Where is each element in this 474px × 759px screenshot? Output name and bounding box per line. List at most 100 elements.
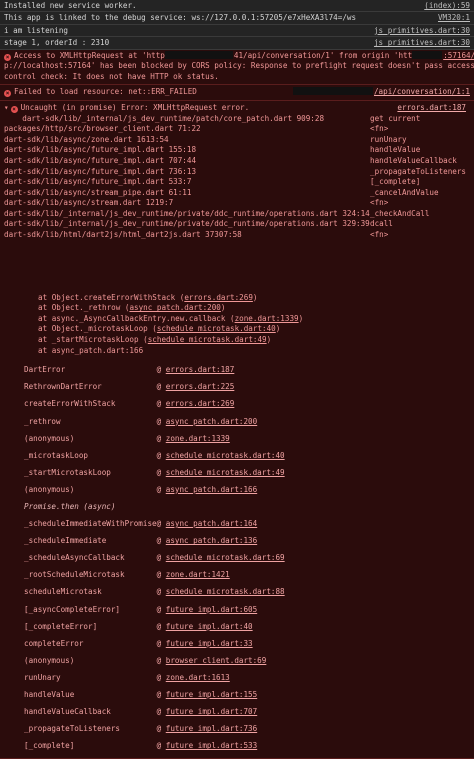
frame-source-link[interactable]: future_impl.dart:33 bbox=[166, 639, 253, 648]
stack-line: dart-sdk/lib/async/future_impl.dart 155:… bbox=[4, 145, 470, 156]
stack-frame-row: scheduleMicrotask @ schedule_microtask.da… bbox=[24, 583, 285, 600]
stack-frame-row: completeError @ future_impl.dart:33 bbox=[24, 635, 285, 652]
frame-source-link[interactable]: browser_client.dart:69 bbox=[166, 656, 267, 665]
stack-frame-row: (anonymous) @ browser_client.dart:69 bbox=[24, 652, 285, 669]
frame-function: DartError bbox=[24, 365, 66, 375]
source-link[interactable]: zone.dart:1339 bbox=[235, 314, 299, 323]
at-symbol: @ bbox=[156, 604, 162, 614]
stack-function: handleValueCallback bbox=[370, 155, 457, 165]
uncaught-error-message: ▾ × Uncaught (in promise) Error: XMLHttpRe… bbox=[0, 100, 474, 759]
stack-function: handleValue bbox=[370, 145, 421, 155]
frame-source-link[interactable]: async_patch.dart:166 bbox=[166, 485, 257, 494]
stack-path: dart-sdk/lib/_internal/js_dev_runtime/pr… bbox=[4, 219, 370, 229]
stack-function: <fn> bbox=[370, 230, 389, 240]
frame-source-link[interactable]: future_impl.dart:736 bbox=[166, 724, 257, 733]
frame-function: _startMicrotaskLoop bbox=[24, 467, 111, 477]
stack-line: dart-sdk/lib/async/future_impl.dart 533:… bbox=[4, 177, 470, 188]
stack-path: dart-sdk/lib/async/future_impl.dart 707:… bbox=[4, 155, 197, 165]
source-link[interactable]: async_patch.dart:200 bbox=[129, 303, 220, 312]
at-close: ) bbox=[252, 292, 258, 302]
frame-source-link[interactable]: future_impl.dart:605 bbox=[166, 605, 257, 614]
at-symbol: @ bbox=[156, 484, 162, 494]
frame-source-link[interactable]: schedule_microtask.dart:88 bbox=[166, 587, 285, 596]
frame-source-link[interactable]: errors.dart:225 bbox=[166, 382, 235, 391]
source-link[interactable]: errors.dart:269 bbox=[184, 293, 253, 302]
stack-frame-row: handleValue @ future_impl.dart:155 bbox=[24, 686, 285, 703]
stack-at-lines: at Object.createErrorWithStack (errors.d… bbox=[4, 293, 470, 357]
at-text: at Object.createErrorWithStack ( bbox=[38, 292, 185, 302]
source-link[interactable]: js_primitives.dart:30 bbox=[374, 25, 470, 36]
error-icon: × bbox=[10, 105, 18, 113]
frame-source-link[interactable]: schedule_microtask.dart:69 bbox=[166, 553, 285, 562]
stack-frames-table: DartError @ errors.dart:187 RethrownDartEr… bbox=[24, 361, 285, 754]
source-link[interactable]: :57164/#/:1 bbox=[443, 51, 474, 60]
at-symbol: @ bbox=[156, 382, 162, 392]
frame-function: (anonymous) bbox=[24, 433, 75, 443]
source-link[interactable]: js_primitives.dart:30 bbox=[374, 37, 470, 48]
frame-source-link[interactable]: schedule_microtask.dart:40 bbox=[166, 451, 285, 460]
stack-path: dart-sdk/lib/html/dart2js/html_dart2js.d… bbox=[4, 230, 242, 240]
stack-path: dart-sdk/lib/async/future_impl.dart 533:… bbox=[4, 177, 192, 187]
expand-caret-icon[interactable]: ▾ bbox=[4, 103, 9, 112]
stack-frame-row: createErrorWithStack @ errors.dart:269 bbox=[24, 395, 285, 412]
at-symbol: @ bbox=[156, 638, 162, 648]
cors-error-message: × Access to XMLHttpRequest at 'http 41/api… bbox=[0, 49, 474, 86]
stack-frame-row: _scheduleImmediateWithPromise @ async_pat… bbox=[24, 515, 285, 532]
stack-at-line: at Object.createErrorWithStack (errors.d… bbox=[4, 293, 470, 304]
frame-function: (anonymous) bbox=[24, 655, 75, 665]
error-header: Uncaught (in promise) Error: XMLHttpRequ… bbox=[20, 102, 250, 112]
source-link[interactable]: (index):59 bbox=[424, 0, 470, 11]
source-link[interactable]: /api/conversation/1:1 bbox=[374, 87, 470, 96]
at-symbol: @ bbox=[156, 433, 162, 443]
stack-frame-row: runUnary @ zone.dart:1613 bbox=[24, 669, 285, 686]
at-symbol: @ bbox=[156, 365, 162, 375]
stack-at-line: at _startMicrotaskLoop (schedule_microta… bbox=[4, 335, 470, 346]
stack-line: dart-sdk/lib/async/zone.dart 1613:54 runU… bbox=[4, 135, 470, 146]
at-close: ) bbox=[298, 313, 304, 323]
frame-source-link[interactable]: zone.dart:1613 bbox=[166, 673, 230, 682]
frame-source-link[interactable]: async_patch.dart:164 bbox=[166, 519, 257, 528]
console-info-row: This app is linked to the debug service:… bbox=[0, 12, 474, 25]
frame-source-link[interactable]: errors.dart:187 bbox=[166, 365, 235, 374]
console-info-row: Installed new service worker. (index):59 bbox=[0, 0, 474, 13]
frame-source-link[interactable]: schedule_microtask.dart:49 bbox=[166, 468, 285, 477]
source-link[interactable]: errors.dart:187 bbox=[397, 103, 466, 114]
at-symbol: @ bbox=[156, 553, 162, 563]
at-symbol: @ bbox=[156, 536, 162, 546]
stack-line: dart-sdk/lib/async/future_impl.dart 736:… bbox=[4, 167, 470, 178]
stack-path: dart-sdk/lib/async/future_impl.dart 736:… bbox=[4, 166, 197, 176]
frame-function: createErrorWithStack bbox=[24, 399, 116, 409]
redacted-block bbox=[164, 50, 233, 59]
at-text: at async._AsyncCallbackEntry.new.callbac… bbox=[38, 313, 235, 323]
frame-function: RethrownDartError bbox=[24, 382, 102, 392]
source-link[interactable]: schedule_microtask.dart:40 bbox=[157, 324, 276, 333]
frame-source-link[interactable]: future_impl.dart:707 bbox=[166, 707, 257, 716]
stack-line: dart-sdk/lib/_internal/js_dev_runtime/pr… bbox=[4, 219, 470, 230]
at-symbol: @ bbox=[156, 707, 162, 717]
stack-line: dart-sdk/lib/html/dart2js/html_dart2js.d… bbox=[4, 230, 470, 241]
frame-source-link[interactable]: zone.dart:1339 bbox=[166, 434, 230, 443]
frame-source-link[interactable]: zone.dart:1421 bbox=[166, 570, 230, 579]
info-messages: Installed new service worker. (index):59 T… bbox=[0, 0, 474, 50]
console-info-row: i am listening js_primitives.dart:30 bbox=[0, 25, 474, 38]
stack-at-line: at Object._rethrow (async_patch.dart:200… bbox=[4, 303, 470, 314]
failed-load-message: × Failed to load resource: net::ERR_FAILE… bbox=[0, 85, 474, 101]
frame-function: [_asyncCompleteError] bbox=[24, 604, 121, 614]
source-link[interactable]: schedule_microtask.dart:49 bbox=[148, 335, 267, 344]
source-link[interactable]: VM320:1 bbox=[438, 12, 470, 23]
at-symbol: @ bbox=[156, 690, 162, 699]
stack-function: <fn> bbox=[370, 124, 389, 134]
console-info-row: stage 1, orderId : 2310 js_primitives.dar… bbox=[0, 37, 474, 50]
frame-function: _scheduleAsyncCallback bbox=[24, 553, 125, 563]
frame-function: [_completeError] bbox=[24, 621, 98, 631]
at-symbol: @ bbox=[156, 416, 162, 426]
frame-function: scheduleMicrotask bbox=[24, 587, 102, 597]
frame-source-link[interactable]: async_patch.dart:200 bbox=[166, 417, 257, 426]
frame-source-link[interactable]: errors.dart:269 bbox=[166, 399, 235, 408]
frame-source-link[interactable]: future_impl.dart:533 bbox=[166, 741, 257, 750]
frame-source-link[interactable]: async_patch.dart:136 bbox=[166, 536, 257, 545]
at-symbol: @ bbox=[156, 467, 162, 477]
stack-function: <fn> bbox=[370, 198, 389, 208]
frame-source-link[interactable]: future_impl.dart:40 bbox=[166, 622, 253, 631]
frame-source-link[interactable]: future_impl.dart:155 bbox=[166, 690, 257, 699]
